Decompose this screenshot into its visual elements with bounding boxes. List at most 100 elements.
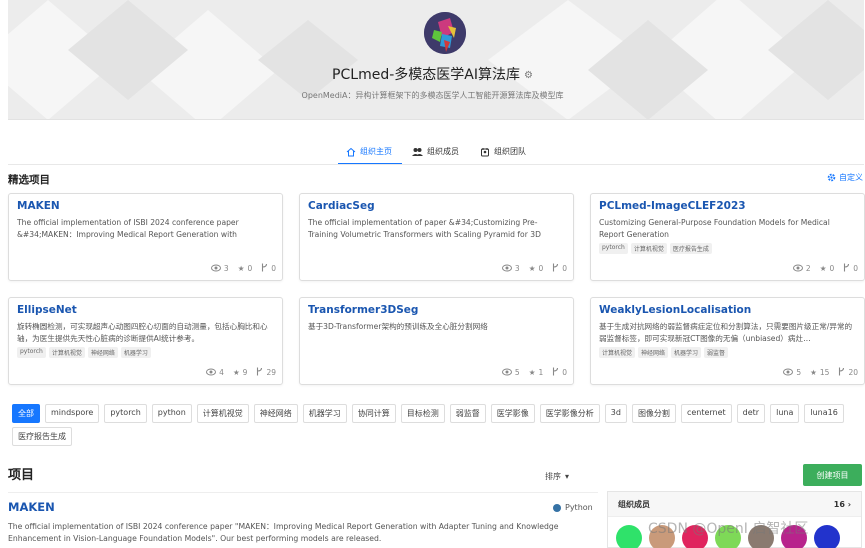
filter-tag[interactable]: 神经网络 (253, 404, 298, 423)
avatar[interactable] (616, 525, 642, 548)
featured-card[interactable]: CardiacSeg The official implementation o… (299, 193, 574, 281)
create-project-button[interactable]: 创建项目 (803, 464, 862, 486)
card-tag[interactable]: 神经网络 (638, 347, 669, 358)
forks-count: 0 (562, 264, 567, 273)
stars-stat: ★ 0 (529, 263, 544, 274)
forks-count: 20 (848, 368, 858, 377)
filter-tag[interactable]: 3d (604, 404, 627, 423)
gear-icon[interactable]: ⚙ (524, 70, 533, 81)
featured-card[interactable]: WeaklyLesionLocalisation 基于生成对抗网络的弱监督病症定… (590, 297, 865, 385)
card-description: 旋转椭圆检测，可实现超声心动图四腔心切面的自动测量，包括心胸比和心轴，为医生提供… (17, 322, 268, 343)
team-icon (480, 147, 490, 157)
card-tag[interactable]: pytorch (599, 243, 628, 254)
card-tag[interactable]: 弱监督 (704, 347, 729, 358)
tab-teams-label: 组织团队 (494, 147, 526, 156)
filter-tag[interactable]: 图像分割 (631, 404, 676, 423)
tag-filter-bar: 全部 mindspore pytorch python 计算机视觉 神经网络 机器学习 协同计… (12, 404, 857, 446)
card-tag[interactable]: 机器学习 (671, 347, 702, 358)
card-tag[interactable]: 神经网络 (87, 347, 118, 358)
featured-card[interactable]: EllipseNet 旋转椭圆检测，可实现超声心动图四腔心切面的自动测量，包括心… (8, 297, 283, 385)
eye-icon (206, 368, 217, 378)
card-title[interactable]: MAKEN (17, 200, 274, 212)
stars-count: 1 (538, 368, 544, 377)
card-tag[interactable]: 计算机视觉 (630, 243, 667, 254)
card-tag[interactable]: pytorch (17, 347, 46, 358)
org-title-text: PCLmed-多模态医学AI算法库 (332, 67, 520, 83)
home-icon (346, 147, 356, 157)
filter-tag[interactable]: detr (736, 404, 766, 423)
filter-tag[interactable]: luna (770, 404, 800, 423)
forks-count: 29 (266, 368, 276, 377)
forks-count: 0 (562, 368, 567, 377)
forks-count: 0 (271, 264, 276, 273)
featured-card[interactable]: PCLmed-ImageCLEF2023 Customizing General… (590, 193, 865, 281)
views-stat: 3 (210, 263, 229, 274)
featured-title: 精选项目 (8, 174, 50, 186)
featured-card[interactable]: MAKEN The official implementation of ISB… (8, 193, 283, 281)
filter-tag[interactable]: python (151, 404, 192, 423)
card-stats: 2 ★ 0 0 (792, 263, 858, 274)
filter-tag[interactable]: 目标检测 (400, 404, 445, 423)
forks-stat: 0 (552, 367, 567, 378)
filter-tag[interactable]: pytorch (104, 404, 147, 423)
card-tag[interactable]: 机器学习 (120, 347, 151, 358)
project-name-link[interactable]: MAKEN (8, 500, 55, 514)
card-title[interactable]: CardiacSeg (308, 200, 565, 212)
card-description: The official implementation of ISBI 2024… (17, 218, 239, 239)
eye-icon (501, 368, 512, 378)
card-title[interactable]: PCLmed-ImageCLEF2023 (599, 200, 856, 212)
eye-icon (783, 368, 794, 378)
card-stats: 3 ★ 0 0 (210, 263, 276, 274)
filter-tag[interactable]: 医疗报告生成 (12, 427, 72, 446)
filter-tag[interactable]: luna16 (804, 404, 844, 423)
forks-stat: 0 (843, 263, 858, 274)
views-count: 5 (514, 368, 520, 377)
stars-stat: ★ 15 (810, 367, 829, 378)
fork-icon (552, 263, 559, 274)
views-count: 5 (796, 368, 802, 377)
card-title[interactable]: EllipseNet (17, 304, 274, 316)
eye-icon (501, 264, 512, 274)
project-language: Python (553, 503, 593, 512)
filter-tag[interactable]: 全部 (12, 404, 40, 423)
filter-tag[interactable]: 医学影像 (490, 404, 535, 423)
card-tags: 计算机视觉 神经网络 机器学习 弱监督 (599, 347, 856, 358)
card-title[interactable]: WeaklyLesionLocalisation (599, 304, 856, 316)
card-stats: 3 ★ 0 0 (501, 263, 567, 274)
views-count: 2 (805, 264, 811, 273)
avatar[interactable] (814, 525, 840, 548)
filter-tag[interactable]: 机器学习 (302, 404, 347, 423)
filter-tag[interactable]: 协同计算 (351, 404, 396, 423)
card-tag[interactable]: 计算机视觉 (599, 347, 636, 358)
forks-stat: 0 (552, 263, 567, 274)
org-banner (8, 0, 864, 120)
views-stat: 3 (501, 263, 520, 274)
card-title[interactable]: Transformer3DSeg (308, 304, 565, 316)
filter-tag[interactable]: 医学影像分析 (539, 404, 600, 423)
filter-tag[interactable]: 弱监督 (449, 404, 486, 423)
language-dot-icon (553, 503, 561, 512)
customize-link[interactable]: 自定义 (827, 172, 863, 183)
filter-tag[interactable]: 计算机视觉 (196, 404, 249, 423)
sort-dropdown[interactable]: 排序 ▾ (545, 471, 569, 482)
project-description: The official implementation of ISBI 2024… (8, 522, 559, 543)
tab-teams[interactable]: 组织团队 (480, 146, 526, 157)
members-header[interactable]: 组织成员 16 › (608, 492, 861, 517)
projects-heading: 项目 (8, 468, 35, 483)
tab-members[interactable]: 组织成员 (412, 146, 459, 157)
tab-home-label: 组织主页 (360, 147, 392, 156)
filter-tag[interactable]: mindspore (45, 404, 100, 423)
views-stat: 5 (783, 367, 801, 378)
filter-tag[interactable]: centernet (680, 404, 732, 423)
featured-card[interactable]: Transformer3DSeg 基于3D-Transformer架构的预训练及… (299, 297, 574, 385)
card-stats: 5 ★ 1 0 (501, 367, 567, 378)
card-tag[interactable]: 医疗报告生成 (669, 243, 712, 254)
views-stat: 4 (206, 367, 224, 378)
star-icon: ★ (237, 264, 245, 273)
forks-stat: 29 (256, 367, 276, 378)
star-icon: ★ (810, 368, 817, 377)
sort-label: 排序 (545, 472, 561, 481)
tab-home[interactable]: 组织主页 (346, 146, 392, 157)
card-tag[interactable]: 计算机视觉 (48, 347, 85, 358)
card-stats: 5 ★ 15 20 (783, 367, 858, 378)
